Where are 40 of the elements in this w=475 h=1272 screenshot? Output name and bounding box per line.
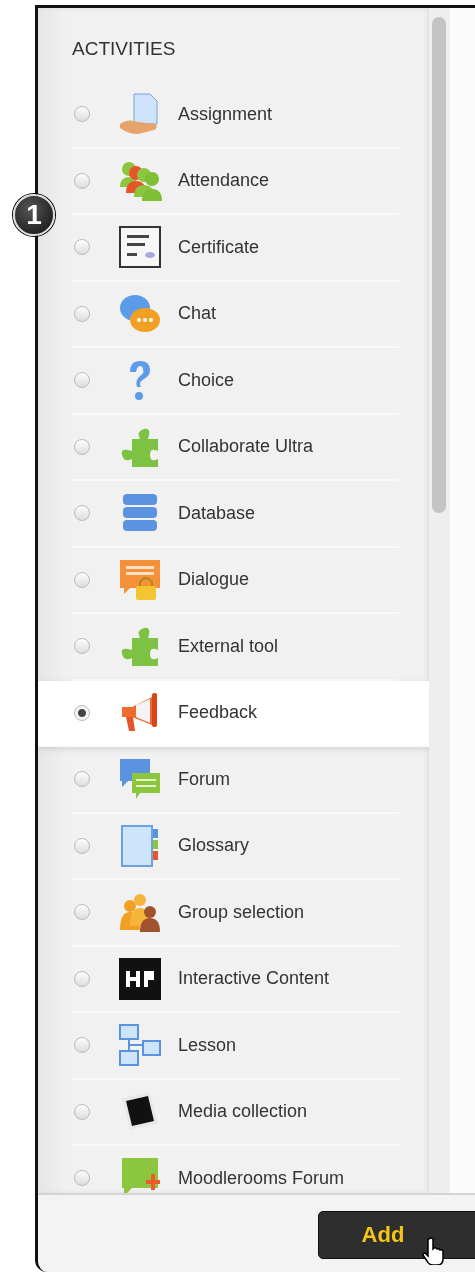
activity-option[interactable]: Group selection [72, 880, 399, 947]
hand-cursor-icon [422, 1237, 446, 1265]
radio-button[interactable] [74, 1037, 90, 1054]
activity-option[interactable]: Glossary [72, 813, 399, 880]
dialogue-icon [118, 557, 162, 602]
activity-option[interactable]: Database [72, 481, 399, 548]
radio-button[interactable] [74, 704, 90, 721]
certificate-icon [118, 225, 162, 270]
radio-button[interactable] [74, 239, 90, 256]
activity-option[interactable]: Attendance [72, 148, 399, 215]
radio-button[interactable] [74, 904, 90, 921]
section-heading: ACTIVITIES [72, 38, 177, 61]
activity-option[interactable]: Interactive Content [72, 946, 399, 1013]
step-callout: 1 [13, 194, 55, 236]
radio-button[interactable] [74, 1103, 90, 1120]
radio-button[interactable] [74, 970, 90, 987]
activity-option[interactable]: Choice [72, 348, 399, 415]
activity-option[interactable]: Feedback [38, 680, 429, 747]
radio-button[interactable] [74, 372, 90, 389]
radio-button[interactable] [74, 1170, 90, 1187]
scrollbar-thumb[interactable] [432, 17, 446, 513]
radio-button[interactable] [74, 638, 90, 655]
activity-option[interactable]: Collaborate Ultra [72, 414, 399, 481]
activity-option[interactable]: Assignment [72, 82, 399, 149]
activity-option[interactable]: Lesson [72, 1013, 399, 1080]
activity-option[interactable]: Dialogue [72, 547, 399, 614]
add-button[interactable]: Add [318, 1211, 475, 1259]
radio-button[interactable] [74, 771, 90, 788]
radio-button[interactable] [74, 305, 90, 322]
radio-button[interactable] [74, 172, 90, 189]
radio-button[interactable] [74, 106, 90, 123]
activity-option[interactable]: Certificate [72, 215, 399, 282]
activity-option[interactable]: Chat [72, 281, 399, 348]
radio-button[interactable] [74, 505, 90, 522]
activity-option[interactable]: Forum [72, 747, 399, 814]
radio-button[interactable] [74, 438, 90, 455]
activity-option[interactable]: Media collection [72, 1079, 399, 1146]
radio-button[interactable] [74, 571, 90, 588]
lesson-icon [118, 1023, 162, 1068]
radio-button[interactable] [74, 837, 90, 854]
